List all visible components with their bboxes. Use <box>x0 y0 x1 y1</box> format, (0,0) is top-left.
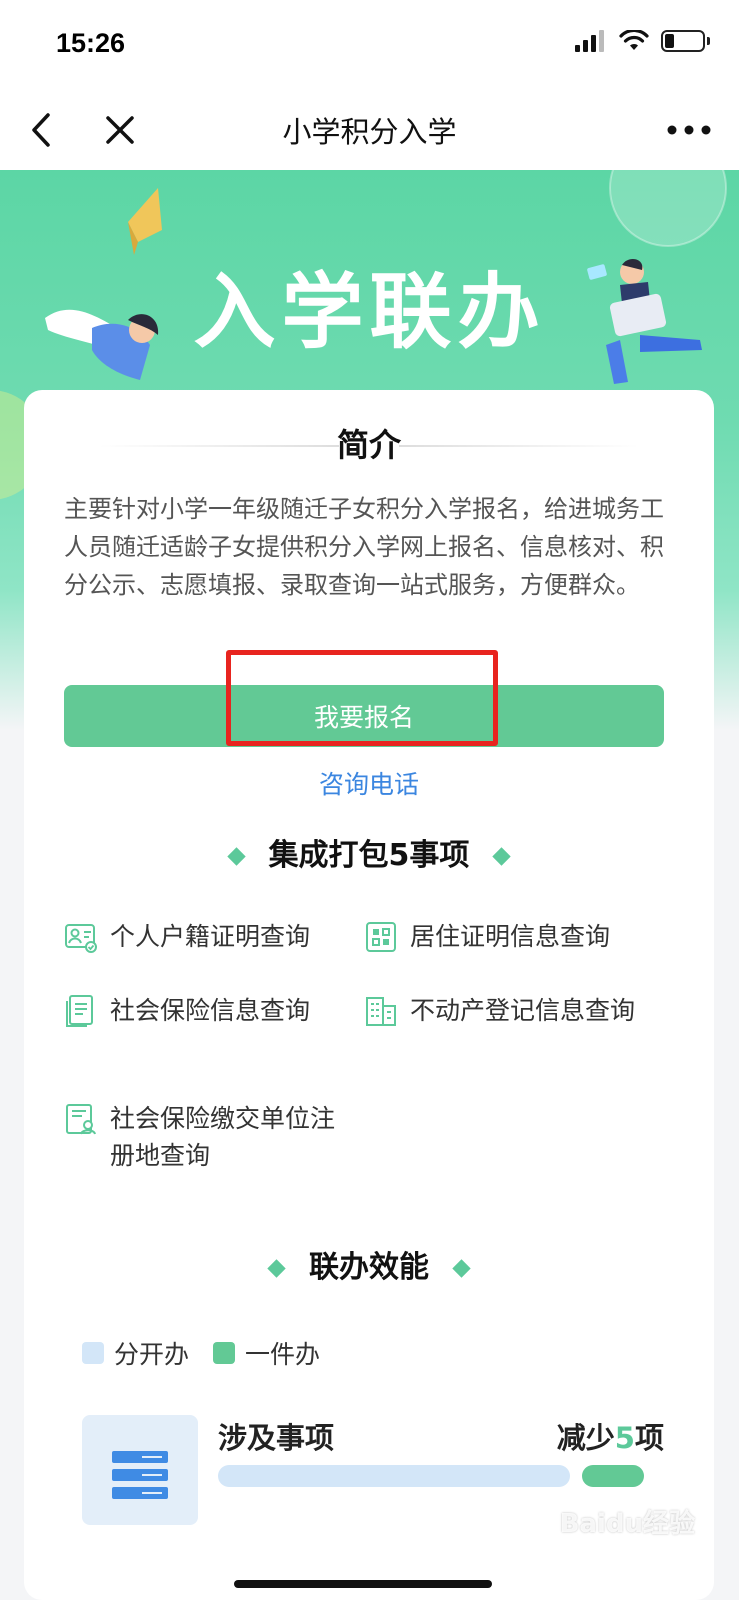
cellular-signal-icon <box>575 30 604 52</box>
banner-title: 入学联办 <box>193 265 546 360</box>
page: 15:26 小学积分入学 入学联办 简介 主要针对小学一年级随迁子女积分入学报名… <box>0 0 739 1600</box>
service-item-real-estate[interactable]: 不动产登记信息查询 <box>364 992 640 1029</box>
effect-value-prefix: 减少 <box>556 1421 615 1455</box>
legend-swatch-combined <box>213 1342 236 1364</box>
service-item-insurance-unit[interactable]: 社会保险缴交单位注册地查询 <box>64 1100 340 1174</box>
effect-row-value: 减少5项 <box>557 1415 664 1457</box>
insurance-icon <box>66 1104 96 1135</box>
service-label: 社会保险缴交单位注册地查询 <box>110 1104 336 1170</box>
battery-icon <box>661 30 710 52</box>
building-icon <box>366 997 396 1026</box>
service-item-household[interactable]: 个人户籍证明查询 <box>64 918 340 955</box>
service-label: 居住证明信息查询 <box>410 922 611 951</box>
efficiency-heading-text: 联办效能 <box>309 1250 429 1285</box>
highlight-annotation <box>226 650 498 746</box>
intro-text: 主要针对小学一年级随迁子女积分入学报名，给进城务工人员随迁适龄子女提供积分入学网… <box>64 495 664 599</box>
battery-level <box>665 34 674 48</box>
home-indicator[interactable] <box>234 1580 492 1588</box>
legend-label-separate: 分开办 <box>114 1340 190 1369</box>
service-label: 不动产登记信息查询 <box>410 996 636 1025</box>
bar-combined <box>582 1465 644 1487</box>
service-label: 社会保险信息查询 <box>110 996 311 1025</box>
effect-row-label: 涉及事项 <box>218 1421 335 1455</box>
diamond-icon <box>492 847 512 866</box>
status-bar: 15:26 <box>0 0 739 95</box>
more-button[interactable] <box>659 107 719 153</box>
legend-swatch-separate <box>82 1342 104 1364</box>
intro-heading: 简介 <box>336 426 401 464</box>
diamond-icon <box>226 847 246 866</box>
diamond-icon <box>267 1259 286 1278</box>
consult-phone-link[interactable]: 咨询电话 <box>24 765 714 801</box>
legend-label-combined: 一件办 <box>245 1340 321 1369</box>
bar-separate <box>218 1465 570 1487</box>
status-time: 15:26 <box>56 28 126 58</box>
diamond-icon <box>452 1259 471 1278</box>
server-stack-icon <box>112 1451 168 1499</box>
page-title: 小学积分入学 <box>282 115 457 149</box>
effect-value-suffix: 项 <box>634 1421 664 1455</box>
service-item-residence[interactable]: 居住证明信息查询 <box>364 918 640 955</box>
document-icon <box>66 995 93 1027</box>
services-heading: 集成打包5事项 <box>24 830 714 874</box>
wifi-icon <box>619 30 649 50</box>
service-label: 个人户籍证明查询 <box>110 922 311 951</box>
more-icon <box>667 125 711 135</box>
efficiency-legend: 分开办 一件办 <box>82 1335 320 1371</box>
service-item-social-insurance[interactable]: 社会保险信息查询 <box>64 992 340 1029</box>
residence-icon <box>366 922 396 952</box>
status-icons <box>575 30 710 52</box>
services-heading-text: 集成打包5事项 <box>268 838 470 873</box>
nav-bar: 小学积分入学 <box>0 95 739 170</box>
effect-value-number: 5 <box>614 1421 635 1455</box>
main-card: 简介 主要针对小学一年级随迁子女积分入学报名，给进城务工人员随迁适龄子女提供积分… <box>24 390 714 1600</box>
efficiency-heading: 联办效能 <box>24 1242 714 1286</box>
id-card-icon <box>65 924 97 953</box>
matters-icon-box <box>82 1415 198 1525</box>
watermark-logo: Baidu经验 <box>559 1509 695 1539</box>
